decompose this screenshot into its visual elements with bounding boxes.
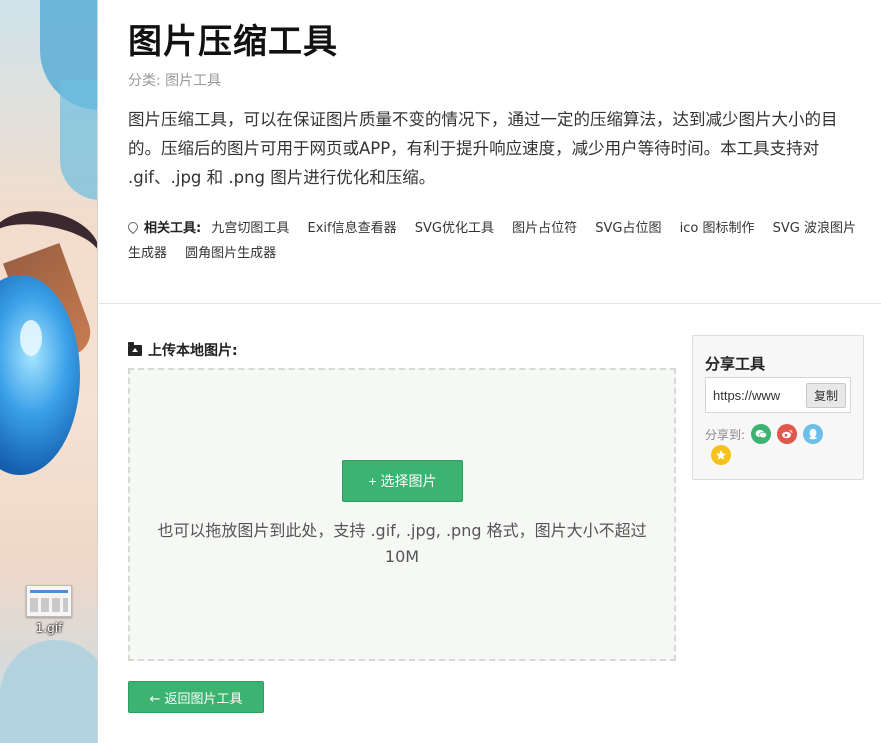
- qq-icon[interactable]: [803, 424, 824, 444]
- related-tool-link[interactable]: 圆角图片生成器: [185, 246, 276, 261]
- share-to-label: 分享到:: [705, 427, 746, 442]
- image-dropzone[interactable]: + 选择图片 也可以拖放图片到此处，支持 .gif, .jpg, .png 格式…: [128, 368, 676, 661]
- share-panel-title: 分享工具: [705, 355, 766, 373]
- related-tool-link[interactable]: SVG占位图: [595, 221, 661, 236]
- dropzone-hint: 也可以拖放图片到此处，支持 .gif, .jpg, .png 格式，图片大小不超…: [157, 521, 647, 566]
- related-tool-link[interactable]: 图片占位符: [512, 221, 577, 236]
- file-thumbnail-icon: [26, 585, 72, 617]
- desktop-wallpaper: 1.gif: [0, 0, 98, 743]
- upload-heading-text: 上传本地图片:: [148, 343, 238, 359]
- copy-button[interactable]: 复制: [806, 383, 846, 408]
- upload-heading: 上传本地图片:: [128, 340, 238, 360]
- share-to-row: 分享到:: [705, 424, 824, 444]
- related-tools: 相关工具: 九宫切图工具 Exif信息查看器 SVG优化工具 图片占位符 SVG…: [125, 216, 868, 266]
- related-tools-label: 相关工具:: [144, 221, 202, 236]
- qzone-icon[interactable]: [711, 445, 731, 465]
- wallpaper-hair: [60, 80, 97, 200]
- share-panel: 分享工具 复制 分享到:: [692, 335, 864, 480]
- section-divider: [99, 303, 881, 304]
- page-content: 图片压缩工具 分类: 图片工具 图片压缩工具，可以在保证图片质量不变的情况下，通…: [99, 0, 881, 743]
- wallpaper-eye-highlight: [20, 320, 42, 356]
- tool-description: 图片压缩工具，可以在保证图片质量不变的情况下，通过一定的压缩算法，达到减少图片大…: [128, 110, 838, 187]
- wechat-icon[interactable]: [751, 424, 772, 444]
- related-tool-link[interactable]: SVG优化工具: [415, 221, 494, 236]
- weibo-icon[interactable]: [777, 424, 798, 444]
- choose-image-button[interactable]: + 选择图片: [342, 460, 463, 502]
- desktop-file-label: 1.gif: [35, 621, 63, 635]
- category-prefix: 分类:: [128, 73, 161, 89]
- location-pin-icon: [125, 219, 141, 235]
- related-tool-link[interactable]: 九宫切图工具: [211, 221, 289, 236]
- category-link[interactable]: 图片工具: [165, 73, 221, 89]
- related-tool-link[interactable]: Exif信息查看器: [308, 221, 397, 236]
- share-url-input[interactable]: [713, 387, 805, 403]
- wallpaper-hair: [0, 640, 97, 743]
- back-to-image-tools-button[interactable]: ← 返回图片工具: [128, 681, 264, 713]
- category-line: 分类: 图片工具: [128, 70, 221, 90]
- related-tool-link[interactable]: ico 图标制作: [680, 221, 755, 236]
- share-url-field: 复制: [705, 377, 851, 413]
- desktop-file-icon[interactable]: 1.gif: [22, 585, 76, 635]
- folder-upload-icon: [128, 341, 142, 356]
- page-title: 图片压缩工具: [128, 22, 338, 62]
